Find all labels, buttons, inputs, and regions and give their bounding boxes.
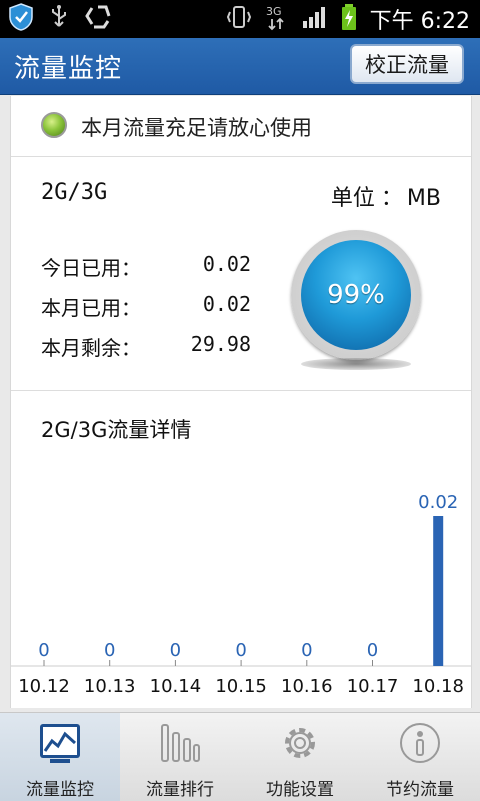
x-tick-label: 10.17 bbox=[346, 676, 399, 697]
x-tick-label: 10.12 bbox=[18, 676, 70, 697]
nav-traffic-monitor[interactable]: 流量监控 bbox=[0, 713, 120, 801]
month-used-value: 0.02 bbox=[202, 292, 251, 316]
bar-value-label: 0 bbox=[301, 640, 312, 661]
today-used-label: 今日已用： bbox=[41, 256, 141, 280]
x-axis-labels: 10.12 10.13 10.14 10.15 10.16 10.17 10.18 bbox=[11, 676, 471, 700]
nav-label: 功能设置 bbox=[266, 780, 334, 800]
status-led-icon bbox=[41, 112, 67, 138]
notice-row: 本月流量充足请放心使用 bbox=[11, 96, 471, 157]
clock: 下午 6:22 bbox=[369, 9, 470, 34]
nav-label: 节约流量 bbox=[386, 780, 454, 800]
nav-settings[interactable]: 功能设置 bbox=[240, 713, 360, 801]
x-tick-label: 10.15 bbox=[215, 676, 267, 697]
month-used-label: 本月已用： bbox=[41, 296, 141, 320]
bar-value-label: 0 bbox=[367, 640, 378, 661]
gauge-percent: 99% bbox=[301, 240, 411, 350]
chart-bar bbox=[433, 516, 444, 666]
unit-value: MB bbox=[406, 186, 441, 211]
status-bar: 3G 下午 6:22 bbox=[0, 0, 480, 38]
network-type-icon: 3G bbox=[264, 3, 290, 35]
bar-value-label: 0.02 bbox=[418, 492, 458, 513]
x-tick-label: 10.13 bbox=[83, 676, 136, 697]
nav-label: 流量排行 bbox=[146, 780, 214, 800]
remaining-gauge: 99% bbox=[291, 230, 421, 380]
x-tick-label: 10.16 bbox=[281, 676, 333, 697]
unit-caption: 单位 bbox=[330, 186, 375, 211]
title-bar: 流量监控 校正流量 bbox=[0, 38, 480, 95]
x-tick-label: 10.14 bbox=[149, 676, 202, 697]
network-type-label: 2G/3G bbox=[41, 180, 108, 205]
month-remaining-label: 本月剩余： bbox=[41, 336, 141, 360]
today-used-value: 0.02 bbox=[202, 252, 251, 276]
page-title: 流量监控 bbox=[14, 54, 123, 84]
gauge-ring: 99% bbox=[291, 230, 421, 360]
section-divider bbox=[11, 390, 471, 391]
bottom-nav: 流量监控 流量排行 功能设置 节约流量 bbox=[0, 712, 480, 801]
unit-label: 单位： MB bbox=[331, 180, 441, 212]
security-shield-icon bbox=[8, 3, 34, 35]
vibrate-icon bbox=[226, 4, 252, 34]
unit-separator: ： bbox=[380, 186, 403, 211]
bar-value-label: 0 bbox=[170, 640, 181, 661]
gear-icon bbox=[285, 728, 315, 758]
recycle-icon bbox=[84, 4, 112, 34]
signal-strength-icon bbox=[302, 5, 328, 33]
nav-label: 流量监控 bbox=[26, 780, 94, 800]
traffic-card: 本月流量充足请放心使用 2G/3G 单位： MB 今日已用： 0.02 本月已用：… bbox=[10, 96, 472, 708]
details-title: 2G/3G流量详情 bbox=[41, 418, 192, 442]
battery-charging-icon bbox=[340, 3, 358, 35]
bar-value-label: 0 bbox=[235, 640, 246, 661]
bar-value-label: 0 bbox=[104, 640, 115, 661]
monitor-chart-icon bbox=[40, 724, 80, 763]
traffic-bar-chart: 0 0 0 0 0 0 0.02 10.12 10.13 10.14 10.15 10.16 10.1… bbox=[11, 476, 471, 708]
calibrate-traffic-button[interactable]: 校正流量 bbox=[350, 44, 464, 84]
chart-canvas: 0 0 0 0 0 0 0.02 bbox=[11, 492, 471, 667]
svg-text:3G: 3G bbox=[266, 5, 282, 18]
ranking-bars-icon bbox=[161, 724, 200, 762]
notice-text: 本月流量充足请放心使用 bbox=[81, 116, 312, 140]
nav-save-traffic[interactable]: 节约流量 bbox=[360, 713, 480, 801]
gauge-shadow bbox=[301, 358, 411, 370]
usb-icon bbox=[48, 4, 70, 34]
bar-value-label: 0 bbox=[38, 640, 49, 661]
x-tick-label: 10.18 bbox=[412, 676, 464, 697]
nav-traffic-ranking[interactable]: 流量排行 bbox=[120, 713, 240, 801]
info-icon bbox=[400, 723, 440, 763]
month-remaining-value: 29.98 bbox=[190, 332, 251, 356]
